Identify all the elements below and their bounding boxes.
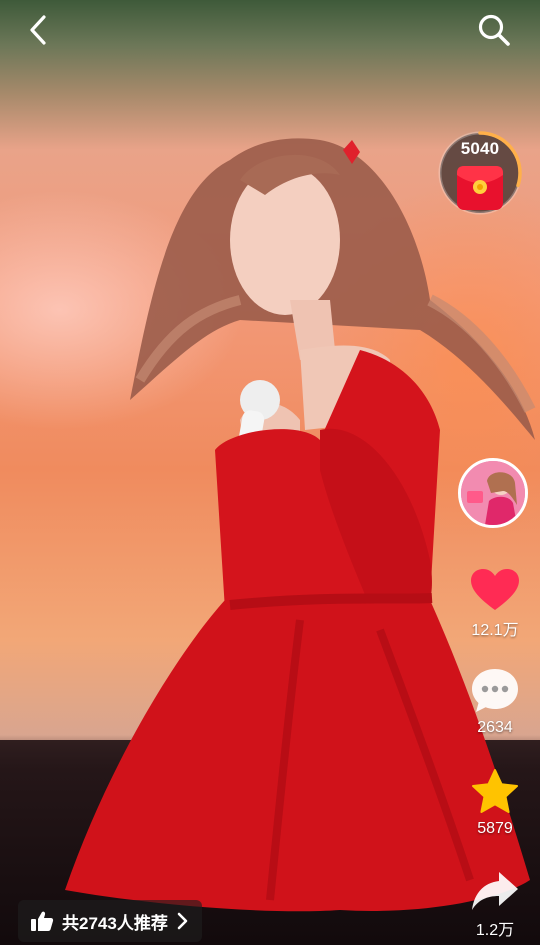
chevron-left-icon <box>30 15 46 45</box>
chevron-right-icon <box>177 912 188 930</box>
star-icon <box>472 769 518 813</box>
search-button[interactable] <box>474 10 514 50</box>
share-count: 1.2万 <box>475 922 515 939</box>
like-count: 12.1万 <box>471 622 519 639</box>
avatar-image <box>461 461 525 525</box>
share-icon <box>472 872 518 910</box>
red-envelope-icon <box>457 166 503 210</box>
search-icon <box>478 14 510 46</box>
heart-icon <box>471 569 519 610</box>
share-button[interactable]: 1.2万 <box>462 870 528 940</box>
back-button[interactable] <box>18 10 58 50</box>
creator-avatar[interactable] <box>458 458 528 528</box>
reward-count: 5040 <box>460 139 500 158</box>
favorite-button[interactable]: 5879 <box>462 768 528 838</box>
comment-icon <box>472 669 518 712</box>
favorite-count: 5879 <box>477 820 513 837</box>
recommend-text: 共2743人推荐 <box>62 913 168 933</box>
thumbs-up-icon <box>31 911 54 931</box>
recommend-bar[interactable]: 共2743人推荐 <box>18 900 202 942</box>
reward-widget[interactable]: 5040 <box>438 131 522 215</box>
comment-button[interactable]: 2634 <box>462 667 528 737</box>
like-button[interactable]: 12.1万 <box>462 568 528 640</box>
comment-count: 2634 <box>477 719 513 736</box>
